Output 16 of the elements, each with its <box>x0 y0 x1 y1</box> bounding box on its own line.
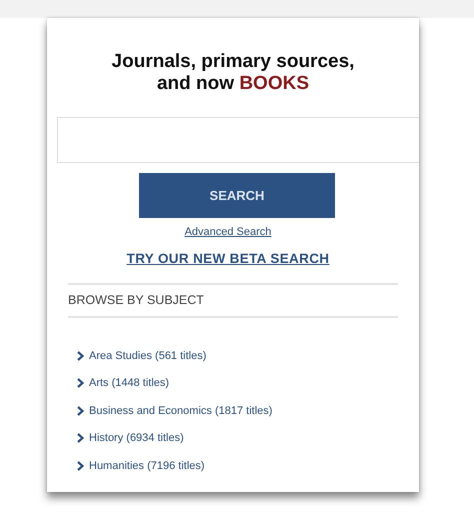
advanced-search-link[interactable]: Advanced Search <box>184 224 272 240</box>
headline: Journals, primary sources, and now BOOKS <box>110 51 356 95</box>
search-field[interactable] <box>57 117 419 163</box>
chevron-icon <box>77 378 84 388</box>
subject-link[interactable]: Area Studies (561 titles) <box>89 348 206 364</box>
chevron-icon <box>77 406 84 416</box>
search-button[interactable]: SEARCH <box>139 173 335 218</box>
subject-link[interactable]: Business and Economics (1817 titles) <box>89 402 272 419</box>
subject-link[interactable]: Arts (1448 titles) <box>89 375 170 392</box>
chevron-icon <box>77 350 84 361</box>
chevron-icon <box>77 460 84 471</box>
section-heading: BROWSE BY SUBJECT <box>68 292 205 309</box>
subject-link[interactable]: Humanities (7196 titles) <box>89 458 205 474</box>
chevron-icon <box>77 433 84 444</box>
subject-link[interactable]: History (6934 titles) <box>89 430 184 446</box>
beta-search-link[interactable]: TRY OUR NEW BETA SEARCH <box>126 248 330 269</box>
